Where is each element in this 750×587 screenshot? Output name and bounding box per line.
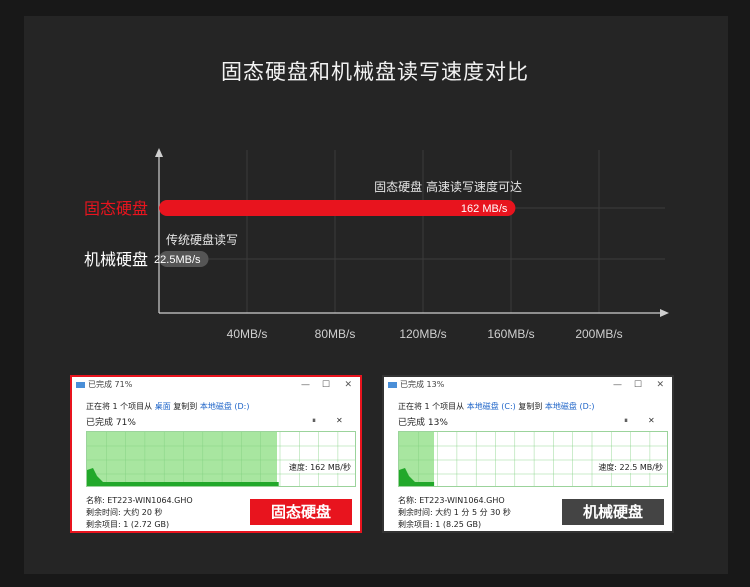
x-tick-label: 160MB/s [487,327,534,341]
maximize-button[interactable]: ☐ [634,379,642,391]
copy-icon [76,382,85,388]
dialog-title: 已完成 71% [88,380,133,389]
close-button[interactable]: ✕ [344,379,352,391]
graph-grid [399,432,667,486]
hdd-tag: 机械硬盘 [562,499,664,525]
dialog-titlebar: 已完成 71% — ☐ ✕ [74,379,358,391]
close-button[interactable]: ✕ [656,379,664,391]
minimize-button[interactable]: — [613,379,622,391]
pause-button[interactable]: ⏸ [624,416,628,426]
category-label: 固态硬盘 [84,199,148,218]
speed-chart: 40MB/s 80MB/s 120MB/s 160MB/s 200MB/s 162 MB/… [84,148,669,341]
transfer-trace [399,468,435,486]
items-remaining: 剩余项目: 1 (8.25 GB) [398,520,482,529]
time-remaining: 剩余时间: 大约 1 分 5 分 30 秒 [398,508,511,517]
ssd-copy-dialog: 已完成 71% — ☐ ✕ 正在将 1 个项目从 桌面 复制到 本地磁盘 (D:… [70,375,362,533]
category-label: 机械硬盘 [84,250,148,269]
copy-mid: 复制到 [173,402,198,411]
source-link[interactable]: 桌面 [155,402,171,411]
x-tick-label: 200MB/s [575,327,622,341]
source-link[interactable]: 本地磁盘 (C:) [467,402,516,411]
x-tick-label: 120MB/s [399,327,446,341]
graph-grid [87,432,355,486]
pause-button[interactable]: ⏸ [312,416,316,426]
file-name: 名称: ET223-WIN1064.GHO [86,496,193,505]
minimize-button[interactable]: — [301,379,310,391]
y-axis-arrow [155,148,163,157]
items-remaining: 剩余项目: 1 (2.72 GB) [86,520,170,529]
ssd-tag: 固态硬盘 [250,499,352,525]
progress-text: 已完成 13% [398,418,448,428]
maximize-button[interactable]: ☐ [322,379,330,391]
copy-description: 正在将 1 个项目从 本地磁盘 (C:) 复制到 本地磁盘 (D:) [398,401,595,412]
x-axis-arrow [660,309,669,317]
hdd-copy-dialog: 已完成 13% — ☐ ✕ 正在将 1 个项目从 本地磁盘 (C:) 复制到 本… [382,375,674,533]
annotation-ssd: 固态硬盘 高速读写速度可达 [374,179,522,194]
transfer-graph: 速度: 22.5 MB/秒 [398,431,668,487]
progress-text: 已完成 71% [86,418,136,428]
copy-icon [388,382,397,388]
x-tick-label: 40MB/s [227,327,268,341]
file-name: 名称: ET223-WIN1064.GHO [398,496,505,505]
transfer-trace [87,468,279,486]
copy-description: 正在将 1 个项目从 桌面 复制到 本地磁盘 (D:) [86,401,249,412]
annotation-hdd: 传统硬盘读写 [166,232,238,247]
destination-link[interactable]: 本地磁盘 (D:) [545,402,595,411]
stop-button[interactable]: ✕ [336,416,343,425]
bar-value-label: 22.5MB/s [154,254,201,266]
dialog-title: 已完成 13% [400,380,445,389]
transfer-graph: 速度: 162 MB/秒 [86,431,356,487]
x-tick-label: 80MB/s [315,327,356,341]
dialog-titlebar: 已完成 13% — ☐ ✕ [386,379,670,391]
stop-button[interactable]: ✕ [648,416,655,425]
copy-prefix: 正在将 1 个项目从 [398,402,465,411]
speed-label: 速度: 22.5 MB/秒 [598,462,663,473]
speed-label: 速度: 162 MB/秒 [288,462,351,473]
bar-value-label: 162 MB/s [461,203,508,215]
copy-prefix: 正在将 1 个项目从 [86,402,153,411]
destination-link[interactable]: 本地磁盘 (D:) [200,402,250,411]
copy-mid: 复制到 [518,402,543,411]
time-remaining: 剩余时间: 大约 20 秒 [86,508,163,517]
